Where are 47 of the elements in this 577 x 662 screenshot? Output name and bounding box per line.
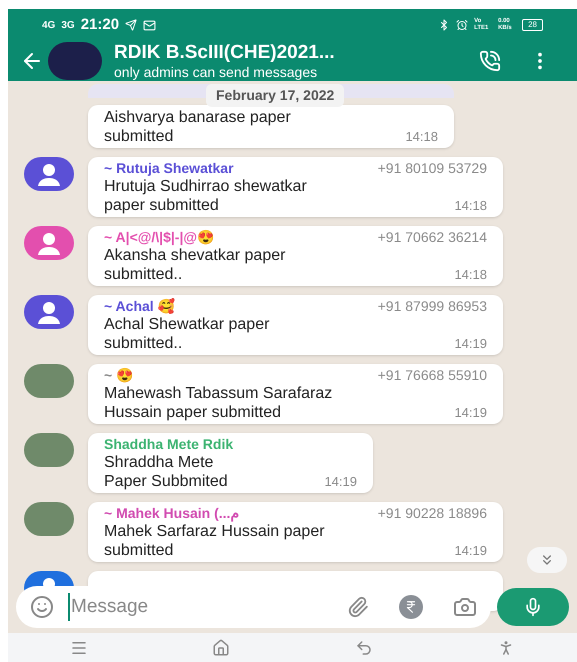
message-text: Hrutuja Sudhirrao shewatkar paper submitted xyxy=(104,177,307,215)
scroll-down-button[interactable] xyxy=(527,547,567,573)
chat-title[interactable]: RDIK B.ScIII(CHE)2021... xyxy=(114,42,479,64)
phone-number: +91 87999 86953 xyxy=(378,297,487,316)
message-time: 14:19 xyxy=(324,472,357,490)
clock-time: 21:20 xyxy=(80,14,120,35)
message-text: Mahek Sarfaraz Hussain paper submitted xyxy=(104,522,325,560)
add-call-icon[interactable] xyxy=(479,50,501,72)
message-time: 14:19 xyxy=(454,334,487,352)
date-divider: February 17, 2022 xyxy=(206,84,344,107)
alarm-icon xyxy=(456,19,468,31)
phone-number: +91 76668 55910 xyxy=(378,366,487,385)
voice-button[interactable] xyxy=(497,588,569,626)
message-text: Mahewash Tabassum Sarafaraz Hussain paper submitted xyxy=(104,384,332,422)
sender-name: ~ 😍 xyxy=(104,366,134,385)
message-time: 14:19 xyxy=(454,542,487,560)
emoji-icon[interactable] xyxy=(30,595,54,619)
chat-subtitle: only admins can send messages xyxy=(114,64,318,80)
camera-icon[interactable] xyxy=(453,595,477,619)
mail-icon xyxy=(143,18,156,32)
message-time: 14:18 xyxy=(454,196,487,214)
sender-name: ~ Rutuja Shewatkar xyxy=(104,159,234,178)
message-placeholder: Message xyxy=(68,592,347,622)
message-time: 14:18 xyxy=(454,266,487,284)
back-icon[interactable] xyxy=(354,638,373,656)
sender-name: ~ Achal 🥰 xyxy=(104,297,175,316)
network-label: 4G xyxy=(42,18,56,32)
home-icon[interactable] xyxy=(212,638,230,656)
phone-number: +91 80109 53729 xyxy=(378,159,487,178)
sender-name: ~ Mahek Husain (...م xyxy=(104,504,240,524)
group-avatar[interactable] xyxy=(48,42,102,80)
attach-icon[interactable] xyxy=(347,596,369,618)
message-time: 14:18 xyxy=(405,128,438,146)
network-label: 3G xyxy=(61,18,75,32)
message-input-field[interactable]: Message xyxy=(16,586,491,628)
phone-number: +91 90228 18896 xyxy=(378,504,487,523)
send-icon xyxy=(125,19,138,31)
message-time: 14:19 xyxy=(454,404,487,422)
sender-name: ~ A|<@/\|$|-|@😍 xyxy=(104,228,214,248)
phone-number: +91 70662 36214 xyxy=(378,228,487,247)
message-text: Shraddha Mete Paper Subbmited xyxy=(104,453,228,491)
rupee-icon[interactable] xyxy=(399,595,423,619)
message-text: Achal Shewatkar paper submitted.. xyxy=(104,315,270,353)
message-text: Aishvarya banarase paper submitted xyxy=(104,108,291,146)
message-text: Akansha shevatkar paper submitted.. xyxy=(104,246,286,284)
battery-indicator: 28 xyxy=(522,19,543,31)
sender-name: Shaddha Mete Rdik xyxy=(104,435,234,454)
